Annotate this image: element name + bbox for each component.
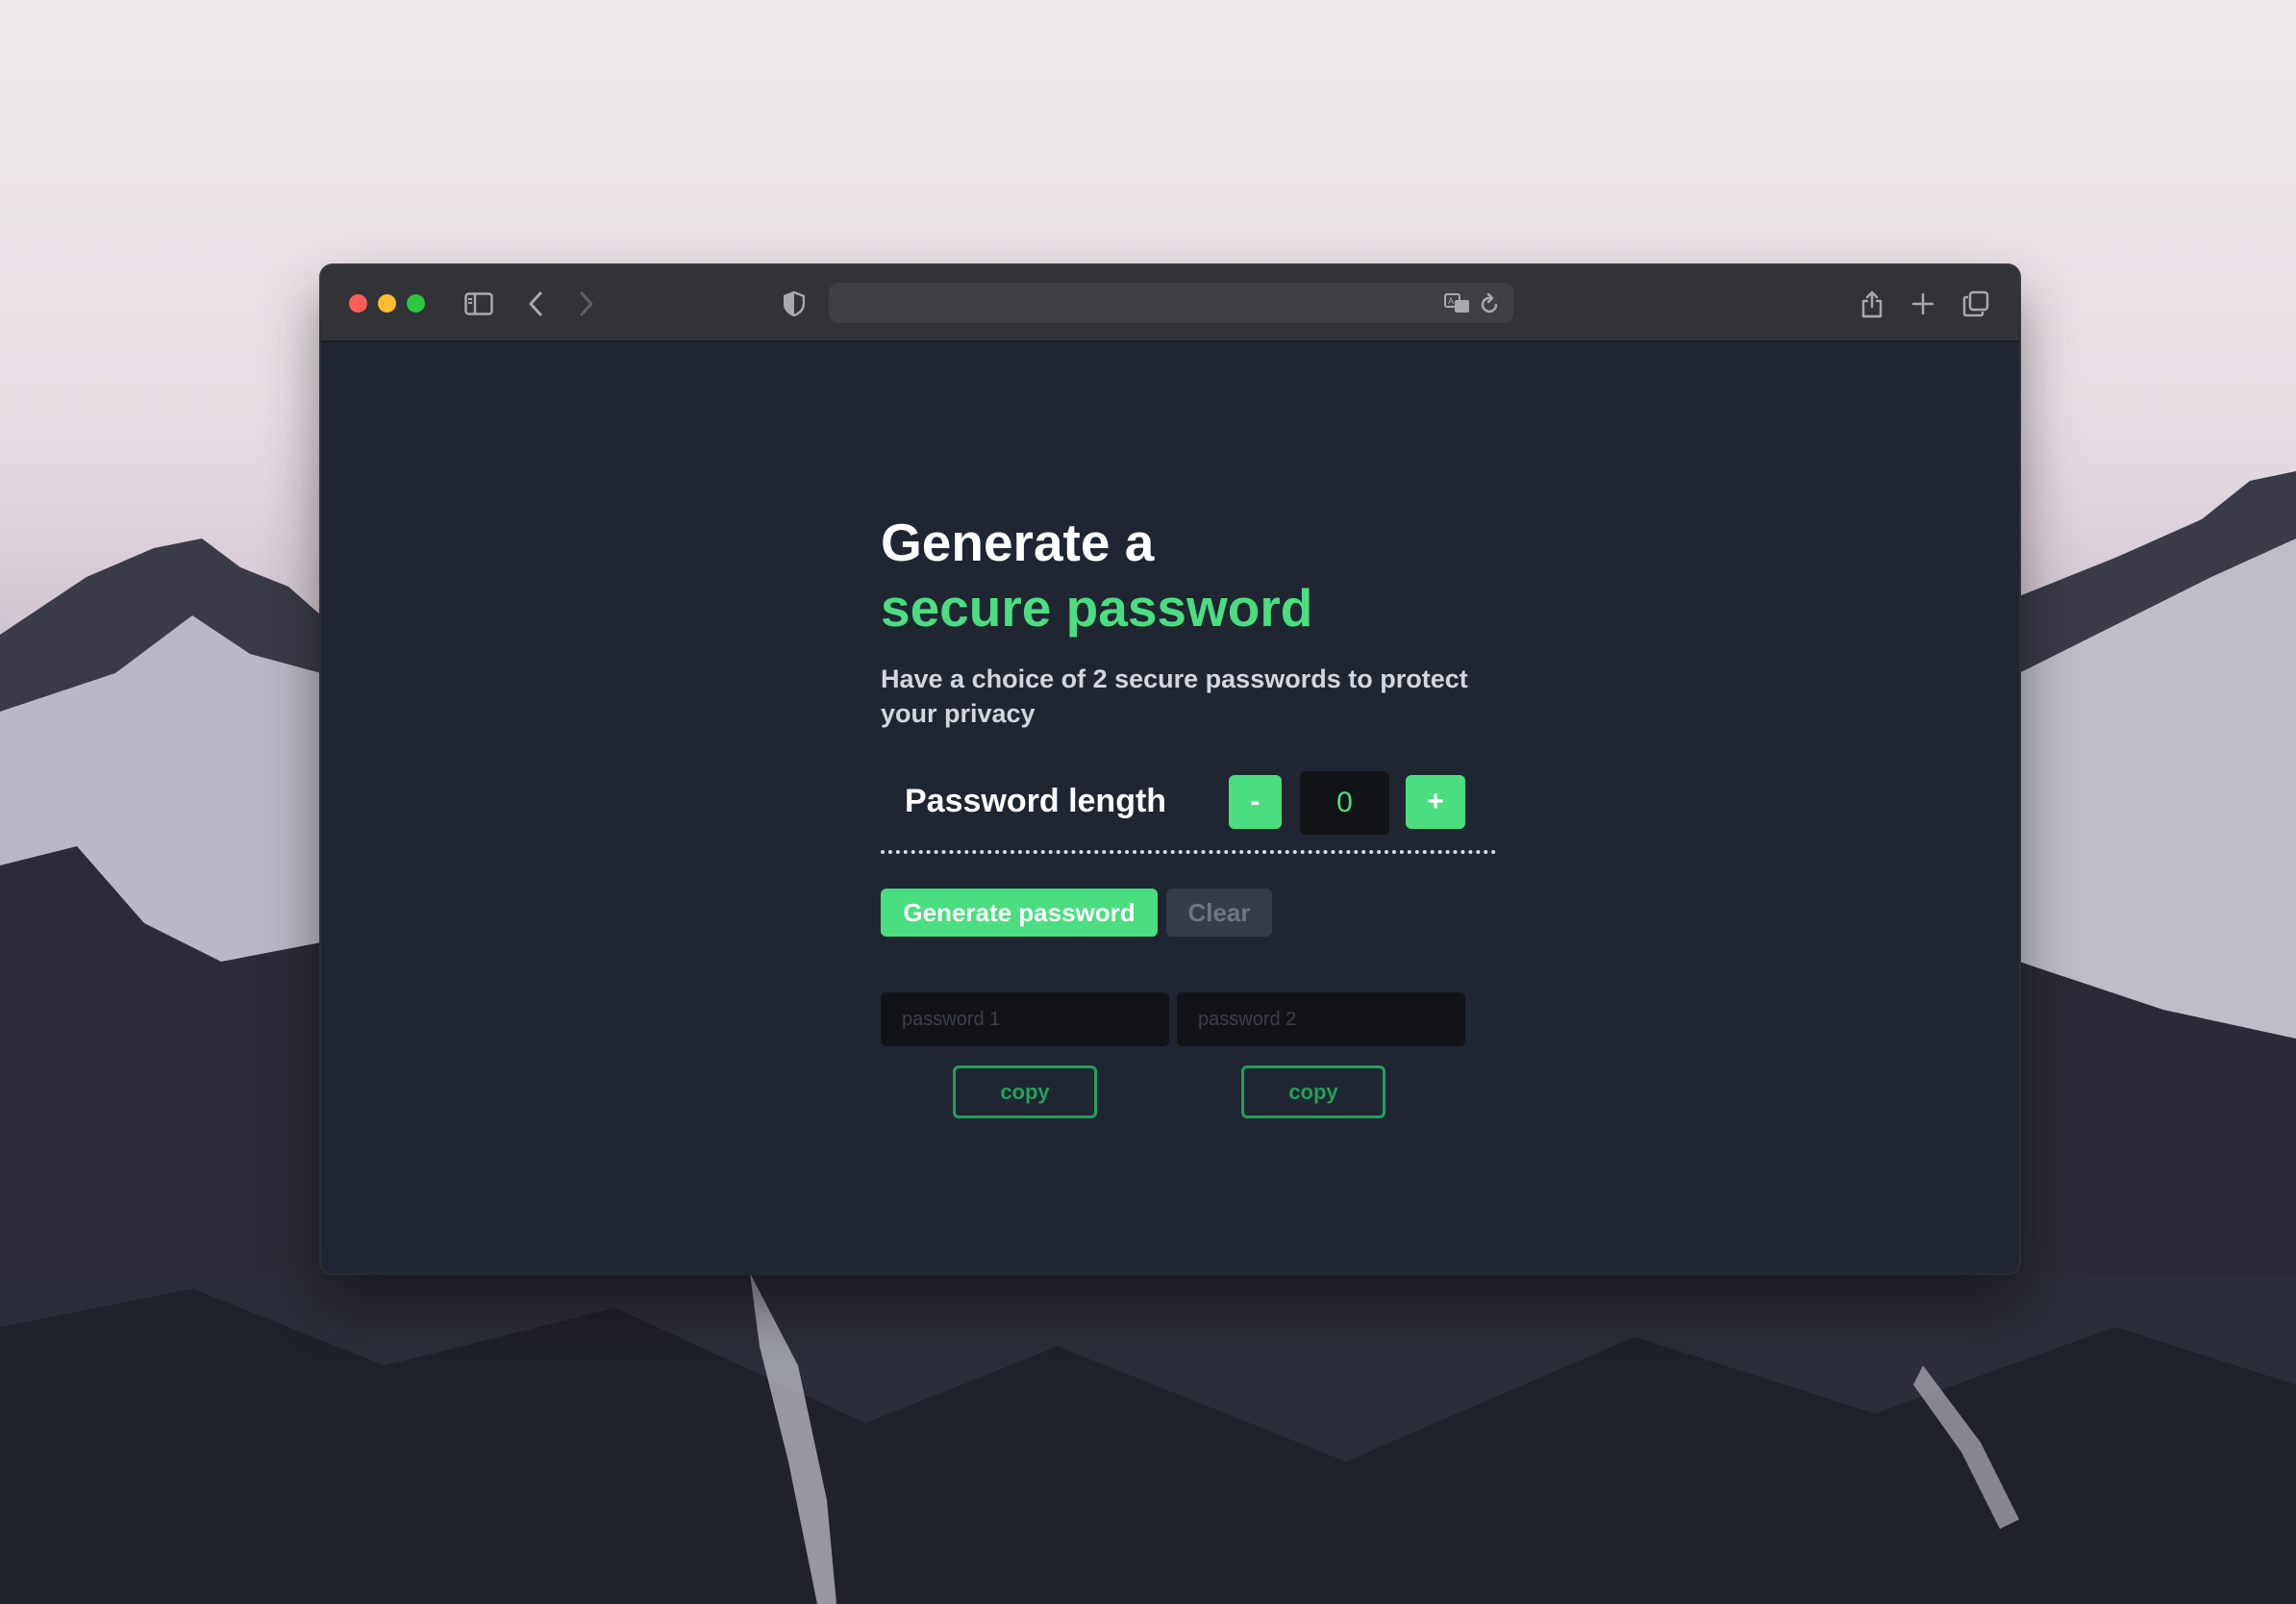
password-length-row: Password length - 0 + xyxy=(881,769,1496,837)
translate-icon[interactable]: A xyxy=(1440,287,1475,321)
decrease-length-button[interactable]: - xyxy=(1229,775,1282,829)
page-title-line1: Generate a xyxy=(881,513,1155,572)
increase-length-button[interactable]: + xyxy=(1406,775,1465,829)
browser-toolbar: A xyxy=(321,265,2019,342)
clear-button[interactable]: Clear xyxy=(1166,889,1272,937)
dotted-divider xyxy=(881,850,1496,854)
svg-text:A: A xyxy=(1448,297,1455,307)
password-length-value: 0 xyxy=(1300,771,1389,835)
password-2-field[interactable] xyxy=(1177,992,1465,1046)
address-bar[interactable]: A xyxy=(829,283,1513,323)
browser-window: A Generate a secure password Have a choi… xyxy=(321,265,2019,1273)
zoom-window-button[interactable] xyxy=(407,294,425,313)
share-icon[interactable] xyxy=(1855,287,1889,321)
generate-password-button[interactable]: Generate password xyxy=(881,889,1158,937)
page-title-line2: secure password xyxy=(881,578,1313,638)
copy-password-2-button[interactable]: copy xyxy=(1241,1065,1385,1118)
password-1-field[interactable] xyxy=(881,992,1169,1046)
sidebar-icon[interactable] xyxy=(462,287,496,321)
chevron-right-icon[interactable] xyxy=(569,287,604,321)
action-row: Generate password Clear xyxy=(881,889,1496,939)
shield-icon[interactable] xyxy=(777,287,811,321)
page-subtitle: Have a choice of 2 secure passwords to p… xyxy=(881,664,1468,728)
reload-icon[interactable] xyxy=(1473,287,1508,321)
copy-password-1-button[interactable]: copy xyxy=(953,1065,1097,1118)
plus-icon[interactable] xyxy=(1906,287,1940,321)
page-content: Generate a secure password Have a choice… xyxy=(321,344,2019,1273)
password-generator-panel: Generate a secure password Have a choice… xyxy=(881,510,1496,1119)
close-window-button[interactable] xyxy=(349,294,367,313)
copy-buttons-row: copy copy xyxy=(881,1065,1496,1119)
chevron-left-icon[interactable] xyxy=(518,287,553,321)
tabs-overview-icon[interactable] xyxy=(1959,287,1993,321)
minimize-window-button[interactable] xyxy=(378,294,396,313)
password-length-label: Password length xyxy=(905,783,1167,819)
password-outputs-row xyxy=(881,992,1496,1048)
